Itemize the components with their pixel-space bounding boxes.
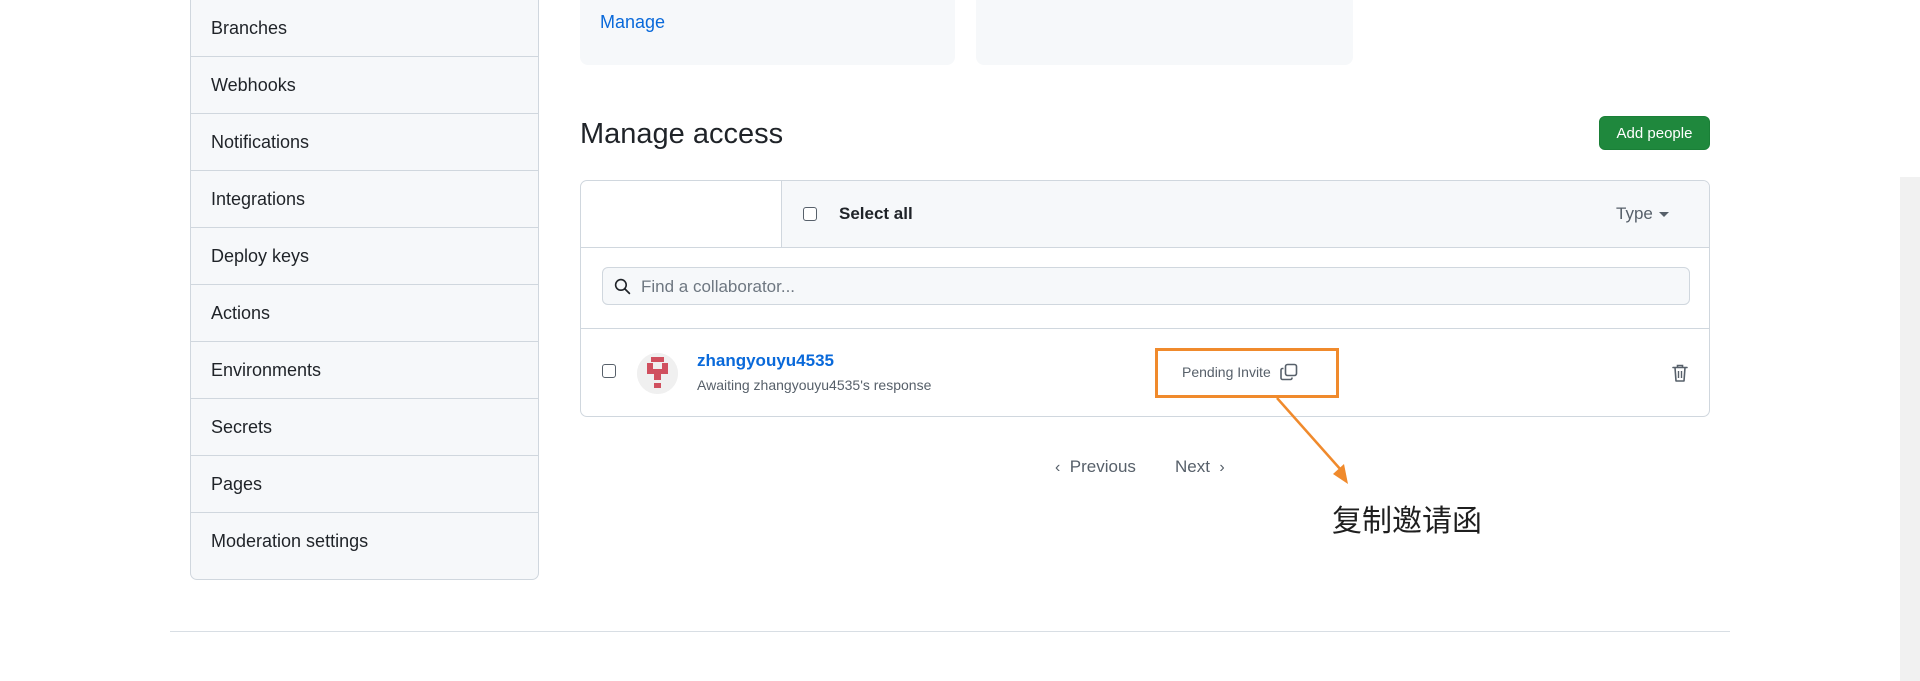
select-all-label: Select all [839, 204, 913, 223]
select-all-checkbox[interactable] [803, 207, 817, 221]
sidebar-item-environments[interactable]: Environments [191, 341, 538, 398]
access-table: Select all Type zhangyouy [580, 180, 1710, 417]
sidebar-item-integrations[interactable]: Integrations [191, 170, 538, 227]
sidebar-item-actions[interactable]: Actions [191, 284, 538, 341]
sidebar-item-notifications[interactable]: Notifications [191, 113, 538, 170]
type-filter-label: Type [1616, 204, 1653, 223]
sidebar-item-moderation-settings[interactable]: Moderation settings [191, 512, 538, 569]
identicon-icon [637, 353, 678, 394]
member-checkbox[interactable] [602, 364, 616, 378]
pagination-previous[interactable]: ‹ Previous [1055, 457, 1136, 477]
chevron-left-icon: ‹ [1055, 459, 1061, 476]
sidebar-item-branches[interactable]: Branches [191, 0, 538, 56]
type-filter-dropdown[interactable]: Type [1616, 204, 1669, 224]
table-header-spacer [581, 181, 781, 248]
annotation-label: 复制邀请函 [1332, 504, 1482, 539]
manage-link[interactable]: Manage [600, 12, 665, 33]
trash-icon[interactable] [1671, 363, 1689, 383]
scrollbar-thumb[interactable] [1900, 177, 1920, 681]
member-status-text: Awaiting zhangyouyu4535's response [697, 377, 932, 393]
avatar[interactable] [637, 353, 678, 394]
footer-divider [170, 631, 1730, 632]
pagination-next[interactable]: Next › [1175, 457, 1225, 477]
settings-sidebar: Branches Webhooks Notifications Integrat… [190, 0, 539, 580]
chevron-right-icon: › [1219, 459, 1225, 476]
search-row [581, 248, 1709, 329]
sidebar-item-pages[interactable]: Pages [191, 455, 538, 512]
info-card [976, 0, 1353, 65]
table-header: Select all Type [781, 181, 1709, 248]
page-title: Manage access [580, 118, 784, 150]
search-icon [614, 278, 631, 295]
add-people-button[interactable]: Add people [1599, 116, 1710, 150]
visibility-card: Manage [580, 0, 955, 65]
caret-down-icon [1658, 212, 1669, 218]
member-username-link[interactable]: zhangyouyu4535 [697, 351, 834, 371]
sidebar-item-secrets[interactable]: Secrets [191, 398, 538, 455]
sidebar-item-webhooks[interactable]: Webhooks [191, 56, 538, 113]
search-box [602, 267, 1690, 306]
annotation-highlight-box [1155, 348, 1339, 398]
table-row: zhangyouyu4535 Awaiting zhangyouyu4535's… [581, 329, 1709, 416]
sidebar-item-deploy-keys[interactable]: Deploy keys [191, 227, 538, 284]
collaborator-search-input[interactable] [639, 268, 1683, 306]
